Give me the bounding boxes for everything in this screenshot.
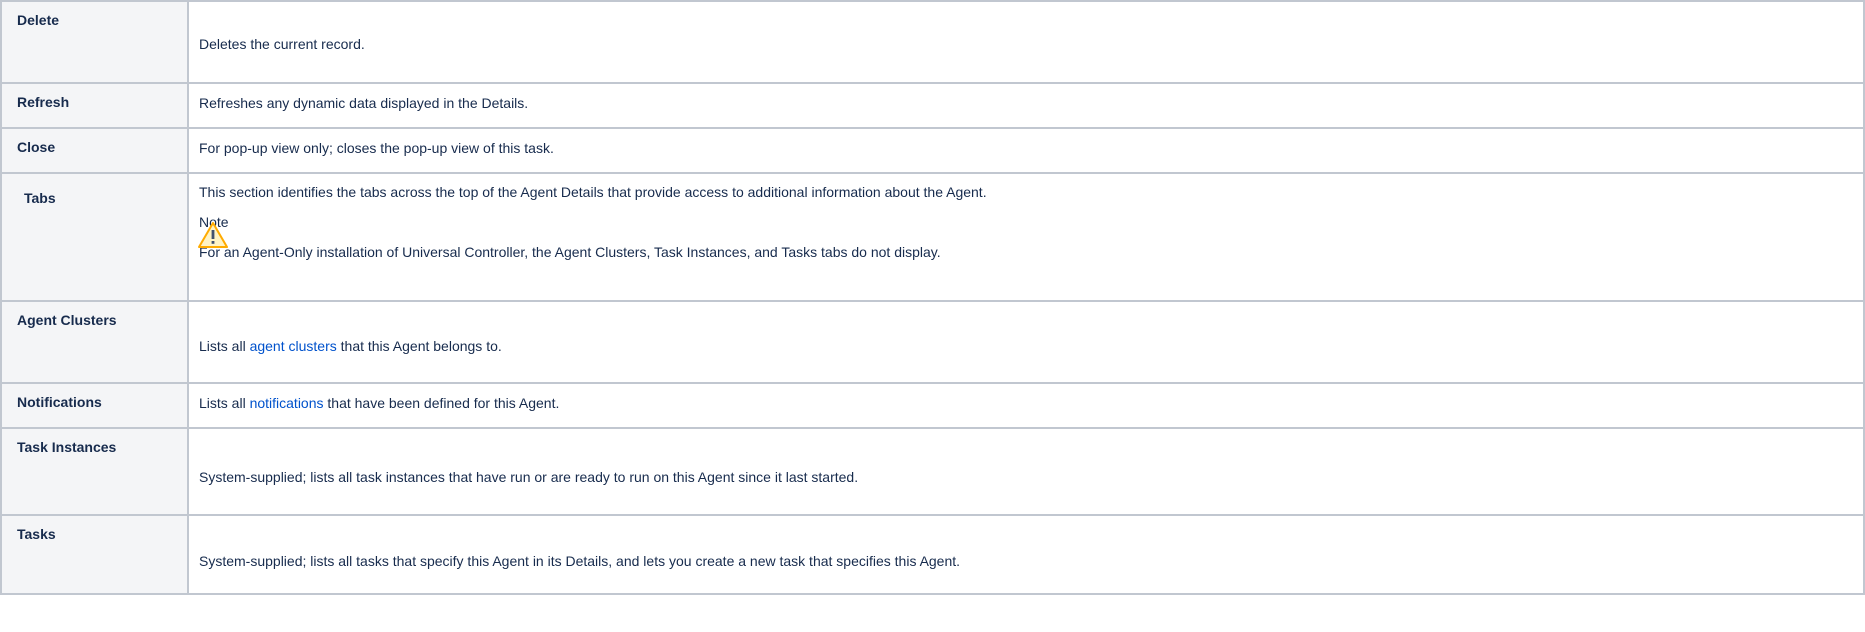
warning-icon xyxy=(198,222,228,248)
note-body: For an Agent-Only installation of Univer… xyxy=(199,244,941,260)
table-row: Tabs This section identifies the tabs ac… xyxy=(0,172,1865,302)
table-row: Tasks System-supplied; lists all tasks t… xyxy=(0,514,1865,595)
row-key: Close xyxy=(0,127,189,174)
row-description: System-supplied; lists all task instance… xyxy=(199,469,859,485)
table-row: Delete Deletes the current record. xyxy=(0,0,1865,84)
table-row: Close For pop-up view only; closes the p… xyxy=(0,127,1865,174)
row-description: Deletes the current record. xyxy=(199,36,365,52)
table-row: Refresh Refreshes any dynamic data displ… xyxy=(0,82,1865,129)
row-key: Delete xyxy=(0,0,189,84)
row-description: System-supplied; lists all tasks that sp… xyxy=(199,553,961,569)
text-segment: Lists all xyxy=(199,338,250,354)
row-key: Notifications xyxy=(0,382,189,429)
row-key: Refresh xyxy=(0,82,189,129)
text-segment: Lists all xyxy=(199,395,250,411)
row-key: Task Instances xyxy=(0,427,189,516)
note-title: Note xyxy=(199,214,229,230)
row-description: For pop-up view only; closes the pop-up … xyxy=(199,140,554,156)
row-key: Agent Clusters xyxy=(0,300,189,384)
row-key: Tasks xyxy=(0,514,189,595)
row-description: Lists all agent clusters that this Agent… xyxy=(199,338,1863,354)
table-row: Notifications Lists all notifications th… xyxy=(0,382,1865,429)
table-row: Task Instances System-supplied; lists al… xyxy=(0,427,1865,516)
row-description: Refreshes any dynamic data displayed in … xyxy=(199,95,529,111)
agent-clusters-link[interactable]: agent clusters xyxy=(250,338,337,354)
notifications-link[interactable]: notifications xyxy=(250,395,324,411)
text-segment: that this Agent belongs to. xyxy=(336,338,502,354)
details-table: Delete Deletes the current record. Refre… xyxy=(0,0,1865,595)
row-description: Lists all notifications that have been d… xyxy=(199,395,1863,411)
row-description: This section identifies the tabs across … xyxy=(199,184,987,200)
table-row: Agent Clusters Lists all agent clusters … xyxy=(0,300,1865,384)
text-segment: that have been defined for this Agent. xyxy=(323,395,560,411)
row-key: Tabs xyxy=(0,172,189,302)
